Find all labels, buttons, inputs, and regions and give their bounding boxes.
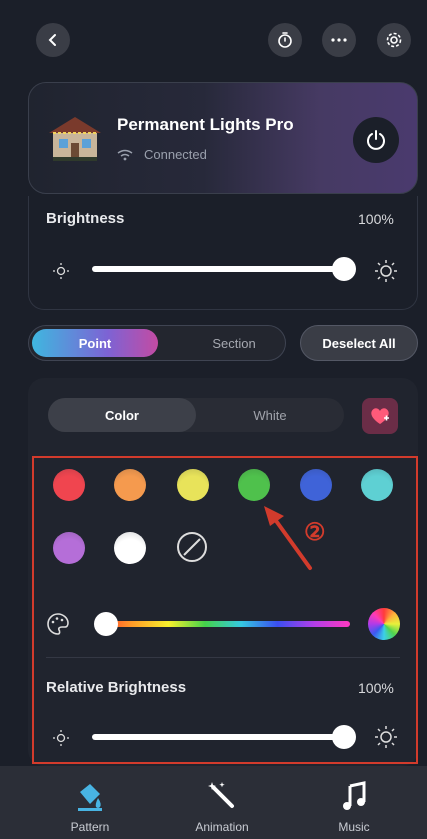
house-icon: [49, 117, 101, 161]
more-button[interactable]: [322, 23, 356, 57]
section-tab[interactable]: Section: [179, 326, 289, 360]
deselect-all-button[interactable]: Deselect All: [300, 325, 418, 361]
device-name: Permanent Lights Pro: [117, 115, 294, 134]
connection-status: Connected: [144, 147, 207, 162]
nav-item-animation[interactable]: Animation: [162, 766, 282, 839]
chevron-left-icon: [48, 34, 56, 46]
music-note-icon: [343, 781, 366, 810]
gear-icon: [386, 32, 402, 48]
paint-bucket-icon: [78, 784, 102, 811]
timer-icon: [278, 32, 292, 48]
device-card: Permanent Lights Pro Connected: [28, 82, 418, 194]
more-dots-icon: [331, 38, 347, 42]
nav-label-pattern: Pattern: [70, 820, 110, 834]
brightness-low-icon: [53, 263, 69, 279]
nav-item-pattern[interactable]: Pattern: [30, 766, 150, 839]
bottom-nav: Pattern Animation Music: [0, 766, 427, 839]
timer-button[interactable]: [268, 23, 302, 57]
brightness-thumb[interactable]: [332, 257, 356, 281]
color-white-tabs: Color White: [48, 398, 344, 432]
power-button[interactable]: [353, 117, 399, 163]
settings-button[interactable]: [377, 23, 411, 57]
point-tab[interactable]: Point: [32, 329, 158, 357]
nav-item-music[interactable]: Music: [294, 766, 414, 839]
point-section-toggle: Point Section: [28, 325, 286, 361]
power-icon: [367, 130, 385, 150]
brightness-high-icon: [375, 260, 397, 282]
heart-plus-icon: [371, 408, 389, 424]
tab-white[interactable]: White: [196, 398, 344, 432]
brightness-track: [92, 266, 344, 272]
nav-label-music: Music: [338, 820, 370, 834]
add-favorite-button[interactable]: [362, 398, 398, 434]
nav-label-animation: Animation: [195, 820, 249, 834]
brightness-label: Brightness: [46, 210, 125, 227]
annotation-highlight-box: [32, 456, 418, 764]
brightness-value: 100%: [358, 211, 394, 227]
back-button[interactable]: [36, 23, 70, 57]
magic-wand-icon: [208, 782, 234, 808]
tab-color[interactable]: Color: [48, 398, 196, 432]
wifi-icon: [117, 149, 133, 161]
